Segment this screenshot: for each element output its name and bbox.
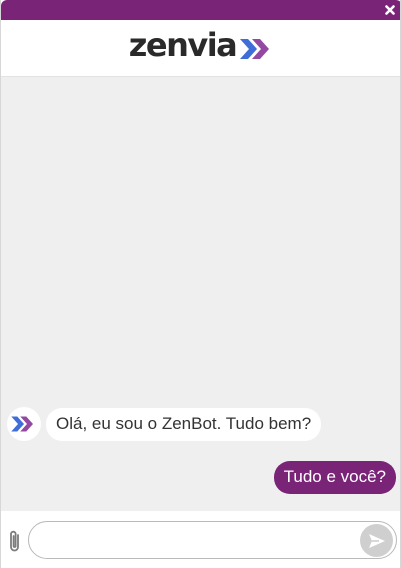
user-message-bubble: Tudo e você? — [273, 461, 396, 494]
zenbot-avatar-icon — [11, 416, 33, 432]
paperclip-icon — [10, 530, 19, 552]
message-composer — [1, 511, 400, 568]
close-icon — [385, 5, 395, 15]
message-input[interactable] — [28, 521, 397, 559]
widget-top-bar — [1, 0, 400, 20]
chat-header: zenvia — [1, 20, 400, 77]
attach-button[interactable] — [6, 528, 24, 554]
send-button[interactable] — [360, 524, 393, 557]
zenvia-chevrons-icon — [240, 39, 270, 59]
bot-message-bubble: Olá, eu sou o ZenBot. Tudo bem? — [46, 408, 322, 441]
chat-widget: zenvia Olá, eu sou o ZenBot. Tudo bem? T… — [0, 0, 401, 568]
close-button[interactable] — [382, 2, 398, 18]
bot-avatar — [7, 407, 41, 441]
logo-text: zenvia — [128, 26, 238, 64]
zenvia-logo: zenvia — [129, 29, 275, 61]
conversation-area: Olá, eu sou o ZenBot. Tudo bem? Tudo e v… — [1, 77, 400, 511]
send-arrow-icon — [368, 533, 385, 548]
